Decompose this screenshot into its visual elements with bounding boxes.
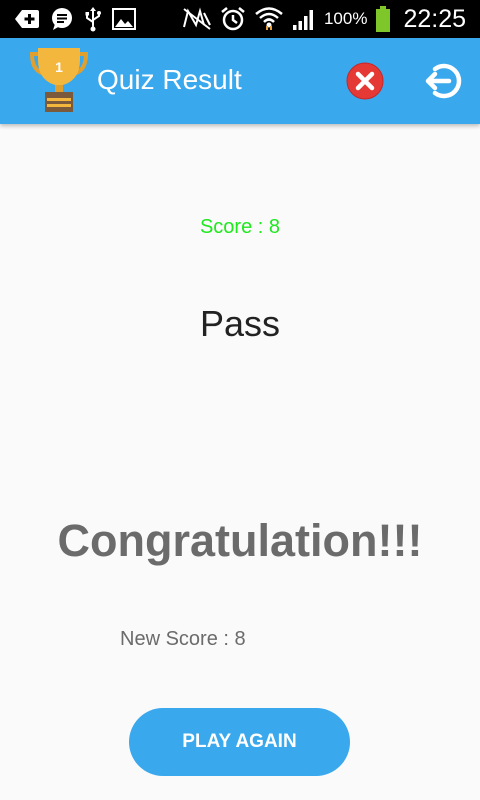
- congrats-message: Congratulation!!!: [57, 515, 423, 566]
- exit-button[interactable]: [423, 61, 463, 101]
- svg-text:1: 1: [55, 59, 63, 75]
- app-bar: 1 Quiz Result: [0, 38, 480, 124]
- add-notification-icon: [15, 10, 39, 28]
- play-again-button[interactable]: PLAY AGAIN: [129, 708, 350, 776]
- chat-notification-icon: [52, 8, 72, 30]
- score-text: Score : 8: [199, 216, 281, 238]
- usb-icon: [85, 7, 101, 32]
- new-score-text: New Score : 8: [120, 628, 246, 650]
- page-title: Quiz Result: [97, 64, 242, 95]
- status-bar: 100% 22:25: [0, 0, 480, 38]
- signal-icon: [292, 10, 313, 30]
- wifi-icon: [255, 7, 283, 30]
- close-button[interactable]: [345, 61, 385, 101]
- image-notification-icon: [112, 8, 136, 30]
- battery-percent: 100%: [323, 9, 368, 28]
- system-icons: 100% 22:25: [182, 4, 466, 34]
- battery-icon: [376, 6, 391, 32]
- trophy-icon: 1: [30, 48, 88, 112]
- notification-icons: [14, 6, 136, 32]
- nfc-icon: [182, 7, 211, 30]
- result-status: Pass: [199, 303, 281, 344]
- clock: 22:25: [403, 4, 466, 33]
- alarm-icon: [221, 7, 245, 31]
